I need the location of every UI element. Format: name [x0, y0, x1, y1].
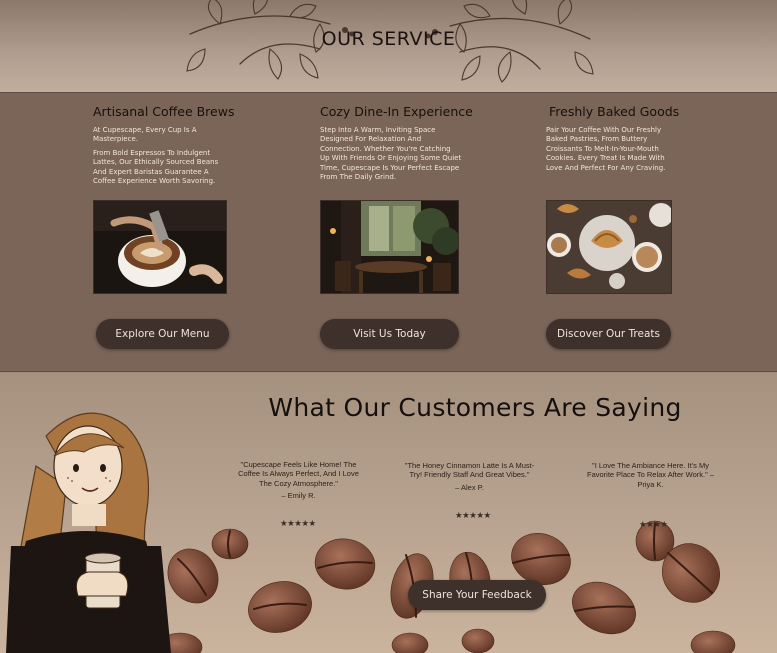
review-card: "Cupescape Feels Like Home! The Coffee I…	[231, 460, 366, 501]
review-author: – Emily R.	[281, 491, 316, 501]
review-quote: "Cupescape Feels Like Home! The Coffee I…	[238, 460, 359, 488]
card-title: Cozy Dine-In Experience	[320, 104, 473, 119]
discover-treats-button[interactable]: Discover Our Treats	[546, 319, 671, 349]
service-card-dine-in: Cozy Dine-In Experience Step Into A Warm…	[320, 93, 490, 349]
cafe-interior-photo	[320, 200, 459, 294]
review-quote: "I Love The Ambiance Here. It's My Favor…	[586, 461, 715, 489]
review-author: – Alex P.	[455, 482, 484, 492]
card-text: Step Into A Warm, Inviting Space Designe…	[320, 126, 462, 182]
testimonials-title: What Our Customers Are Saying	[268, 393, 682, 422]
rating-stars: ★★★★★	[455, 511, 491, 521]
latte-art-photo	[93, 200, 227, 294]
card-text: Pair Your Coffee With Our Freshly Baked …	[546, 126, 666, 172]
girl-with-coffee-illustration	[6, 412, 171, 653]
rating-stars: ★★★★★	[280, 519, 316, 529]
testimonials-section: What Our Customers Are Saying "Cupescape…	[0, 373, 777, 653]
visit-us-button[interactable]: Visit Us Today	[320, 319, 459, 349]
service-card-baked-goods: Freshly Baked Goods Pair Your Coffee Wit…	[546, 93, 716, 349]
review-card: "The Honey Cinnamon Latte Is A Must-Try!…	[402, 461, 537, 492]
service-card-coffee-brews: Artisanal Coffee Brews At Cupescape, Eve…	[93, 93, 263, 349]
card-title: Artisanal Coffee Brews	[93, 104, 235, 119]
service-panel: Artisanal Coffee Brews At Cupescape, Eve…	[0, 92, 777, 372]
card-title: Freshly Baked Goods	[549, 104, 680, 119]
service-header: OUR SERVICE	[0, 0, 777, 92]
card-text: From Bold Espressos To Indulgent Lattes,…	[93, 148, 219, 186]
rating-stars: ★★★★	[639, 520, 668, 530]
card-text: At Cupescape, Every Cup Is A Masterpiece…	[93, 126, 197, 144]
explore-menu-button[interactable]: Explore Our Menu	[96, 319, 229, 349]
review-card: "I Love The Ambiance Here. It's My Favor…	[583, 461, 718, 489]
pastries-photo	[546, 200, 672, 294]
share-feedback-button[interactable]: Share Your Feedback	[408, 580, 546, 610]
service-title: OUR SERVICE	[321, 28, 456, 50]
review-quote: "The Honey Cinnamon Latte Is A Must-Try!…	[404, 461, 535, 480]
